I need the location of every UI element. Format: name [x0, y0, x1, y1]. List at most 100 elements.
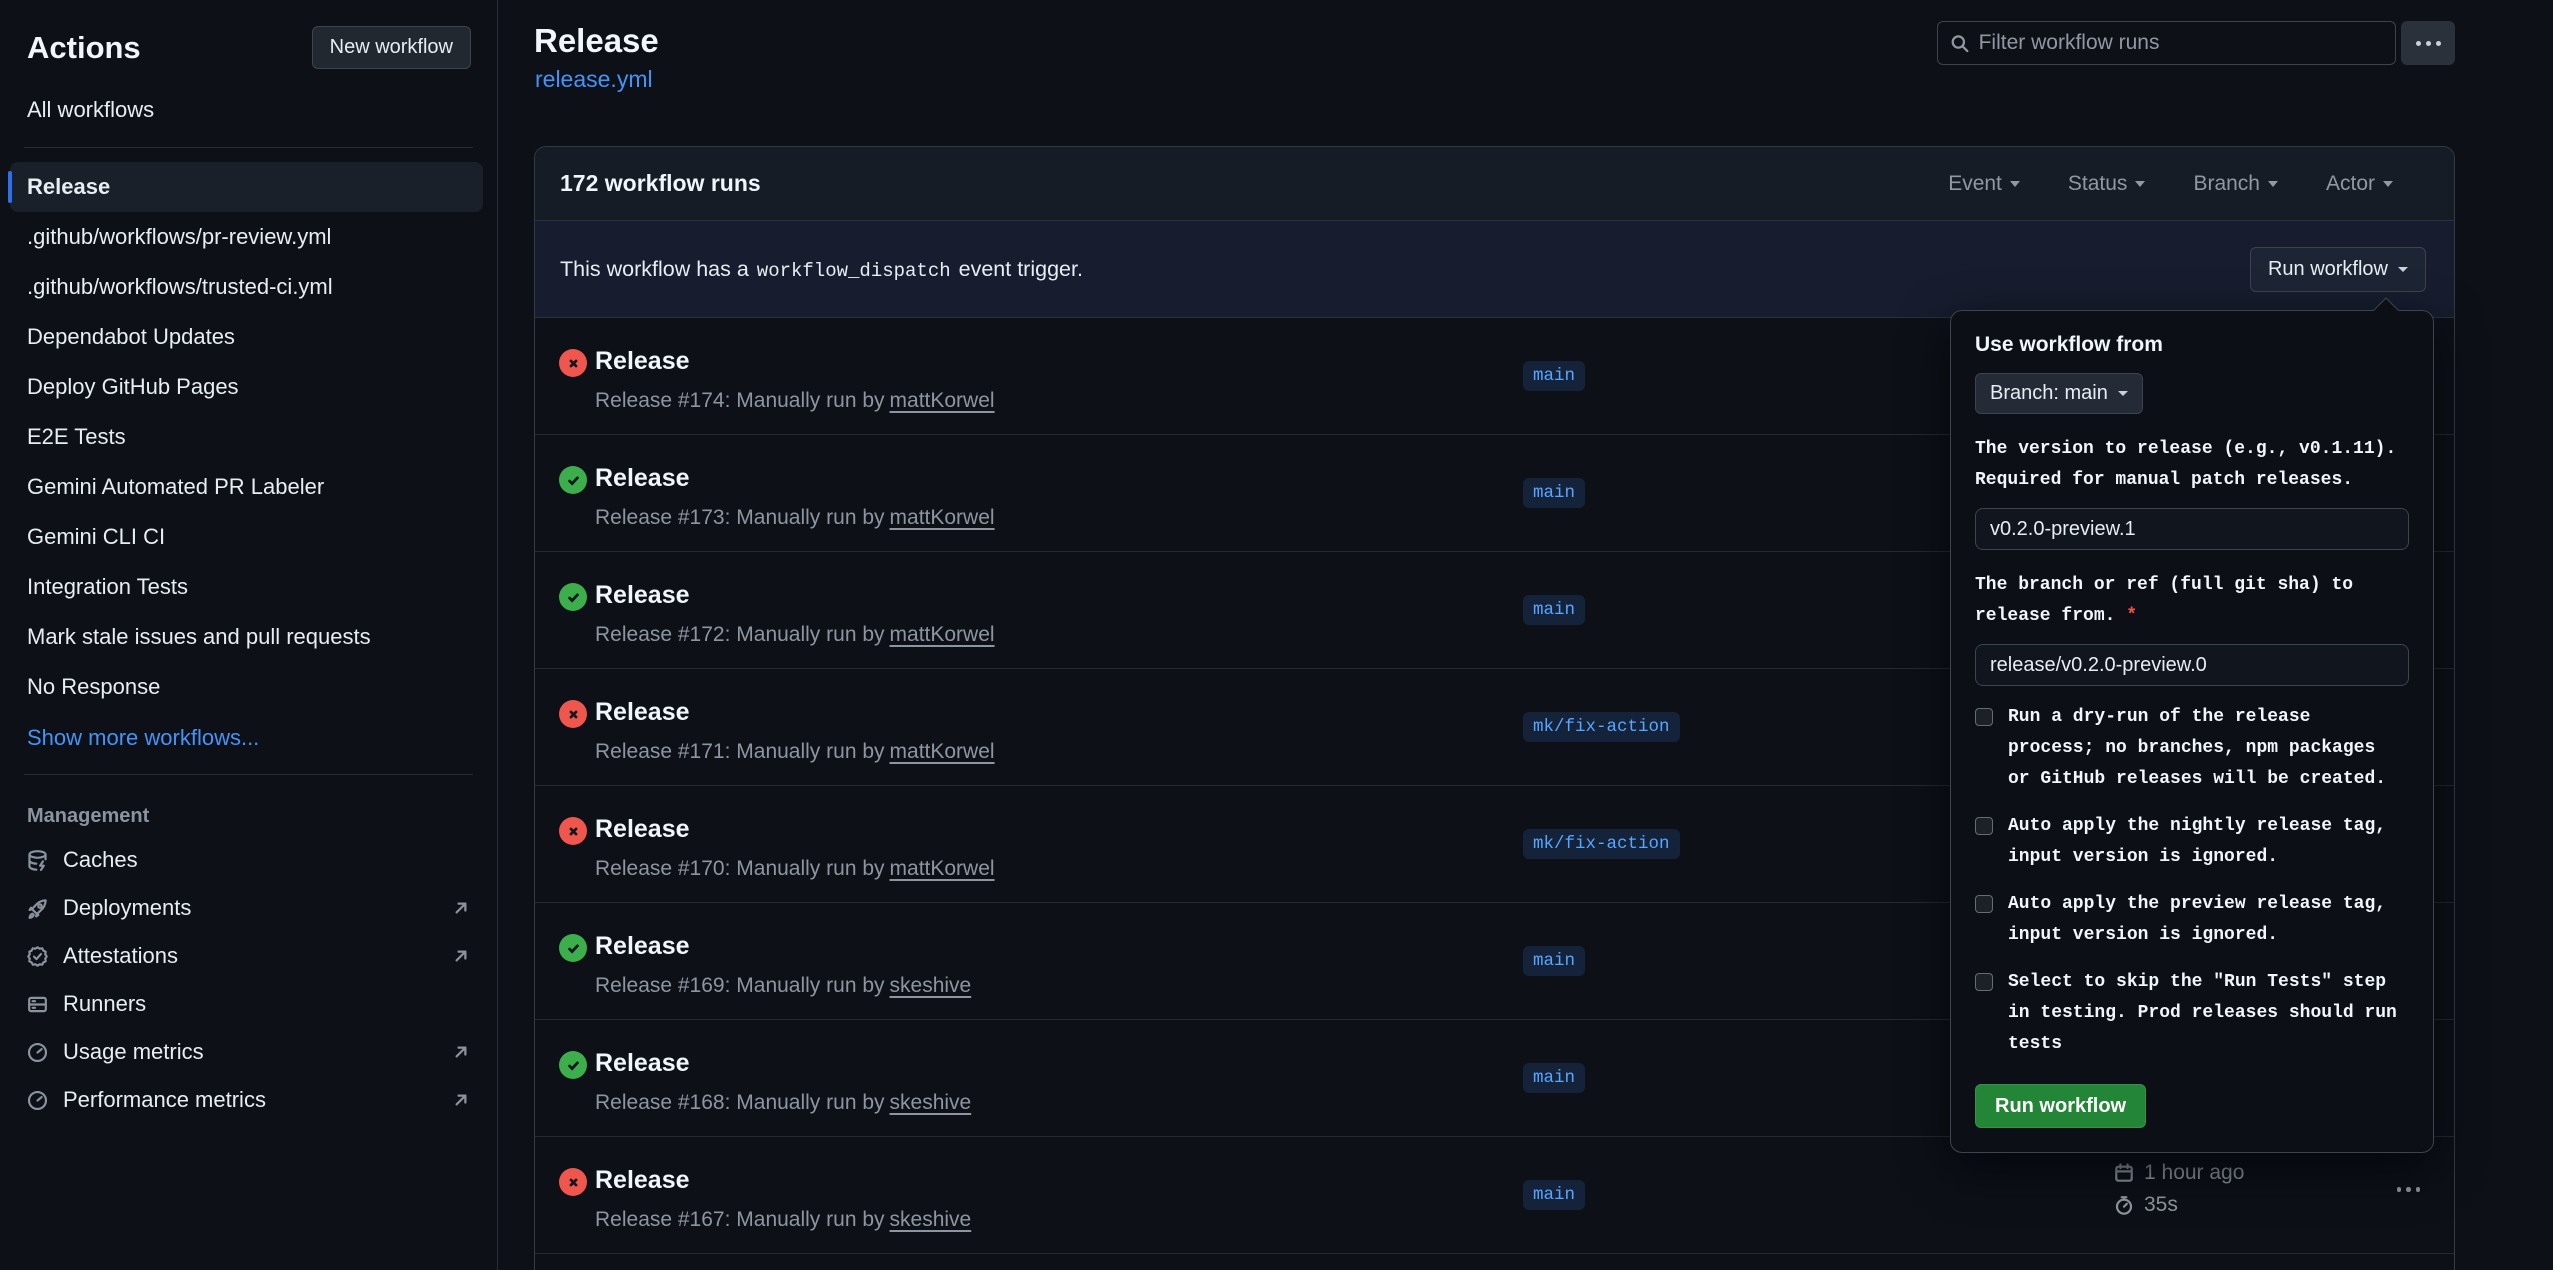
sidebar-item-label: Runners [63, 991, 146, 1017]
sidebar-workflow-item[interactable]: Dependabot Updates [10, 312, 483, 362]
run-title-link[interactable]: Release [595, 932, 690, 961]
run-subtitle: Release #169: Manually run byskeshive [595, 974, 971, 998]
run-title-link[interactable]: Release [595, 347, 690, 376]
run-subtitle: Release #171: Manually run bymattKorwel [595, 740, 995, 764]
actor-link[interactable]: skeshive [890, 1208, 972, 1231]
management-section-label: Management [0, 785, 497, 836]
sidebar-item-runners[interactable]: Runners [0, 980, 497, 1028]
sidebar-workflow-item[interactable]: .github/workflows/pr-review.yml [10, 212, 483, 262]
run-title-link[interactable]: Release [595, 1049, 690, 1078]
run-title-link[interactable]: Release [595, 581, 690, 610]
new-workflow-button[interactable]: New workflow [312, 26, 471, 69]
chevron-down-icon [2398, 267, 2408, 272]
chevron-down-icon [2268, 181, 2278, 187]
branch-pill[interactable]: mk/fix-action [1523, 829, 1680, 859]
actor-link[interactable]: mattKorwel [890, 623, 995, 646]
chevron-down-icon [2135, 181, 2145, 187]
sidebar-item-usage-metrics[interactable]: Usage metrics [0, 1028, 497, 1076]
filter-branch-dropdown[interactable]: Branch [2193, 172, 2278, 196]
actor-link[interactable]: mattKorwel [890, 740, 995, 763]
sidebar-workflow-item[interactable]: .github/workflows/trusted-ci.yml [10, 262, 483, 312]
filter-workflow-runs-box [1937, 21, 2396, 65]
chevron-down-icon [2010, 181, 2020, 187]
sidebar-item-label: Caches [63, 847, 138, 873]
run-title-link[interactable]: Release [595, 1166, 690, 1195]
actor-link[interactable]: mattKorwel [890, 506, 995, 529]
run-subtitle: Release #168: Manually run byskeshive [595, 1091, 971, 1115]
workflow-runs-count: 172 workflow runs [560, 170, 761, 197]
sidebar-item-all-workflows[interactable]: All workflows [0, 83, 497, 137]
server-icon [26, 993, 49, 1016]
kebab-horizontal-icon [2416, 41, 2421, 46]
actor-link[interactable]: skeshive [890, 974, 972, 997]
run-subtitle: Release #174: Manually run bymattKorwel [595, 389, 995, 413]
sidebar-item-attestations[interactable]: Attestations [0, 932, 497, 980]
actor-link[interactable]: skeshive [890, 1091, 972, 1114]
cache-database-icon [26, 849, 49, 872]
sidebar-workflow-item[interactable]: E2E Tests [10, 412, 483, 462]
run-status-icon [559, 466, 587, 494]
run-meta: 1 hour ago 35s [2113, 1157, 2244, 1221]
run-title-link[interactable]: Release [595, 815, 690, 844]
sidebar-workflow-item[interactable]: Gemini Automated PR Labeler [10, 462, 483, 512]
run-title-link[interactable]: Release [595, 464, 690, 493]
workflow-options-kebab-button[interactable] [2401, 21, 2455, 65]
run-workflow-dropdown-button[interactable]: Run workflow [2250, 247, 2426, 292]
actor-link[interactable]: mattKorwel [890, 857, 995, 880]
workflow-option-checkbox-row[interactable]: Auto apply the preview release tag, inpu… [1975, 889, 2409, 951]
external-link-icon [451, 898, 471, 918]
filter-actor-dropdown[interactable]: Actor [2326, 172, 2393, 196]
run-options-kebab-button[interactable] [2397, 1187, 2421, 1192]
version-input-label: The version to release (e.g., v0.1.11). … [1975, 434, 2409, 496]
checkbox[interactable] [1975, 817, 1993, 835]
sidebar-title: Actions [27, 30, 141, 66]
workflow-file-link[interactable]: release.yml [535, 66, 653, 93]
sidebar-item-label: Attestations [63, 943, 178, 969]
actor-link[interactable]: mattKorwel [890, 389, 995, 412]
sidebar-divider [24, 774, 473, 775]
sidebar-item-performance-metrics[interactable]: Performance metrics [0, 1076, 497, 1124]
workflow-option-checkbox-row[interactable]: Run a dry-run of the release process; no… [1975, 702, 2409, 795]
checkbox[interactable] [1975, 708, 1993, 726]
run-workflow-submit-button[interactable]: Run workflow [1975, 1084, 2146, 1128]
chevron-down-icon [2118, 391, 2128, 396]
selected-indicator [8, 171, 12, 203]
sidebar-item-caches[interactable]: Caches [0, 836, 497, 884]
branch-pill[interactable]: main [1523, 946, 1585, 976]
ref-input[interactable] [1975, 644, 2409, 686]
sidebar-workflow-item[interactable]: Mark stale issues and pull requests [10, 612, 483, 662]
sidebar-workflow-item[interactable]: Deploy GitHub Pages [10, 362, 483, 412]
filter-workflow-runs-input[interactable] [1979, 31, 2383, 55]
branch-pill[interactable]: main [1523, 595, 1585, 625]
checkbox-label: Auto apply the preview release tag, inpu… [2008, 889, 2406, 951]
checkbox[interactable] [1975, 895, 1993, 913]
run-status-icon [559, 583, 587, 611]
run-subtitle: Release #167: Manually run byskeshive [595, 1208, 971, 1232]
sidebar-workflow-item[interactable]: Gemini CLI CI [10, 512, 483, 562]
version-input[interactable] [1975, 508, 2409, 550]
workflow-run-row[interactable]: Release Release #167: Manually run byske… [535, 1137, 2454, 1254]
workflow-option-checkbox-row[interactable]: Auto apply the nightly release tag, inpu… [1975, 811, 2409, 873]
sidebar-workflow-item[interactable]: Release [10, 162, 483, 212]
sidebar-item-label: Usage metrics [63, 1039, 204, 1065]
stopwatch-icon [2113, 1194, 2135, 1216]
branch-pill[interactable]: main [1523, 478, 1585, 508]
branch-pill[interactable]: main [1523, 1063, 1585, 1093]
workflow-option-checkbox-row[interactable]: Select to skip the "Run Tests" step in t… [1975, 967, 2409, 1060]
run-duration: 35s [2144, 1193, 2178, 1217]
run-status-icon [559, 349, 587, 377]
sidebar-workflow-item[interactable]: No Response [10, 662, 483, 712]
workflow-dispatch-code: workflow_dispatch [749, 260, 959, 282]
run-title-link[interactable]: Release [595, 698, 690, 727]
filter-event-dropdown[interactable]: Event [1948, 172, 2020, 196]
branch-pill[interactable]: main [1523, 1180, 1585, 1210]
branch-selector-button[interactable]: Branch: main [1975, 373, 2143, 414]
sidebar-workflow-item[interactable]: Integration Tests [10, 562, 483, 612]
filter-status-dropdown[interactable]: Status [2068, 172, 2146, 196]
branch-pill[interactable]: mk/fix-action [1523, 712, 1680, 742]
x-icon [565, 823, 582, 840]
branch-pill[interactable]: main [1523, 361, 1585, 391]
show-more-workflows-link[interactable]: Show more workflows... [0, 712, 497, 764]
sidebar-item-deployments[interactable]: Deployments [0, 884, 497, 932]
checkbox[interactable] [1975, 973, 1993, 991]
